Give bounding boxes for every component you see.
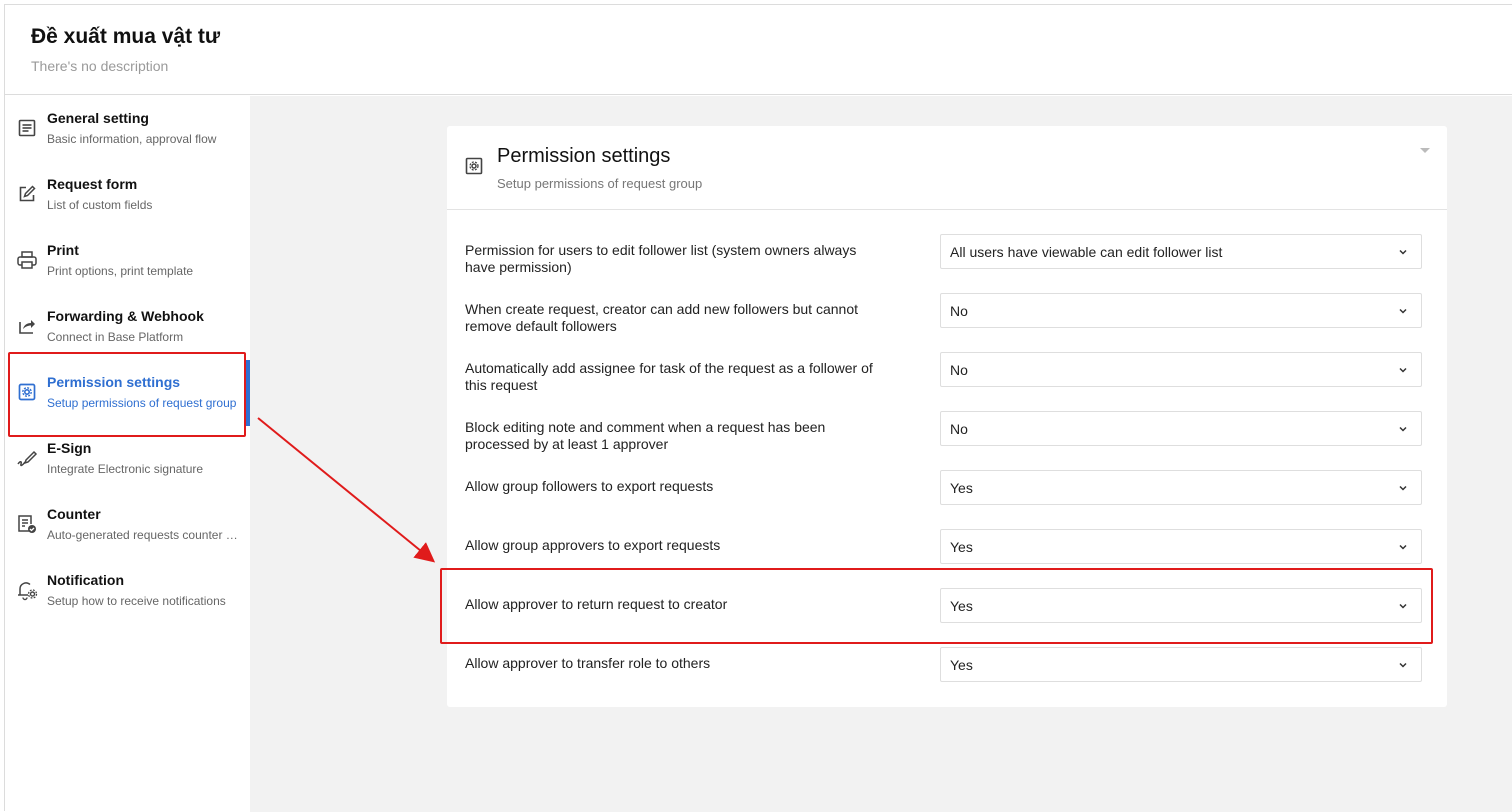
- select-value: Yes: [950, 539, 973, 555]
- sidebar-item-title: General setting: [47, 110, 149, 126]
- sidebar-item-title: Counter: [47, 506, 101, 522]
- setting-row: Allow approver to return request to crea…: [447, 588, 1447, 647]
- sidebar-item-subtitle: Connect in Base Platform: [47, 330, 184, 344]
- setting-row: Allow approver to transfer role to other…: [447, 647, 1447, 706]
- permission-settings-card: Permission settings Setup permissions of…: [447, 126, 1447, 707]
- setting-row: Allow group followers to export requests…: [447, 470, 1447, 529]
- card-header[interactable]: Permission settings Setup permissions of…: [447, 126, 1447, 210]
- setting-label: When create request, creator can add new…: [465, 301, 858, 334]
- chevron-down-icon: [1399, 544, 1407, 550]
- setting-row: Automatically add assignee for task of t…: [447, 352, 1447, 411]
- setting-label: Allow approver to return request to crea…: [465, 596, 728, 612]
- card-title: Permission settings: [497, 145, 671, 167]
- sidebar-item-subtitle: Basic information, approval flow: [47, 132, 217, 146]
- select-value: All users have viewable can edit followe…: [950, 244, 1223, 260]
- edit-icon: [15, 182, 39, 206]
- printer-icon: [15, 248, 39, 272]
- settings-sidebar: General setting Basic information, appro…: [5, 96, 250, 812]
- select-value: Yes: [950, 480, 973, 496]
- setting-select[interactable]: Yes: [940, 588, 1422, 623]
- sidebar-item-subtitle: List of custom fields: [47, 198, 153, 212]
- signature-icon: [15, 446, 39, 470]
- sidebar-item-subtitle: Auto-generated requests counter configur…: [47, 528, 241, 542]
- setting-select[interactable]: No: [940, 411, 1422, 446]
- page-header: Đề xuất mua vật tư There's no descriptio…: [5, 5, 1512, 95]
- sidebar-item-subtitle: Setup how to receive notifications: [47, 594, 226, 608]
- bell-gear-icon: [15, 578, 39, 602]
- sidebar-item-forwarding-webhook[interactable]: Forwarding & Webhook Connect in Base Pla…: [5, 294, 250, 360]
- setting-select[interactable]: Yes: [940, 529, 1422, 564]
- card-subtitle: Setup permissions of request group: [497, 176, 703, 191]
- chevron-down-icon: [1399, 603, 1407, 609]
- select-value: Yes: [950, 598, 973, 614]
- counter-icon: [15, 512, 39, 536]
- sidebar-item-permission-settings[interactable]: Permission settings Setup permissions of…: [5, 360, 250, 426]
- setting-label: Permission for users to edit follower li…: [465, 242, 857, 275]
- sidebar-item-title: E-Sign: [47, 440, 92, 456]
- setting-row: Block editing note and comment when a re…: [447, 411, 1447, 470]
- setting-row: When create request, creator can add new…: [447, 293, 1447, 352]
- chevron-down-icon: [1399, 426, 1407, 432]
- sidebar-item-subtitle: Setup permissions of request group: [47, 396, 237, 410]
- sidebar-item-subtitle: Integrate Electronic signature: [47, 462, 204, 476]
- setting-select[interactable]: All users have viewable can edit followe…: [940, 234, 1422, 269]
- sidebar-item-notification[interactable]: Notification Setup how to receive notifi…: [5, 558, 250, 624]
- setting-label: Block editing note and comment when a re…: [465, 419, 826, 452]
- setting-row: Allow group approvers to export requests…: [447, 529, 1447, 588]
- app-frame: Đề xuất mua vật tư There's no descriptio…: [4, 4, 1512, 812]
- page-title: Đề xuất mua vật tư: [31, 25, 221, 48]
- chevron-down-icon: [1399, 662, 1407, 668]
- select-value: No: [950, 421, 968, 437]
- chevron-down-icon: [1399, 249, 1407, 255]
- chevron-down-icon: [1399, 308, 1407, 314]
- setting-select[interactable]: No: [940, 352, 1422, 387]
- setting-label: Allow group followers to export requests: [465, 478, 714, 494]
- share-icon: [15, 314, 39, 338]
- sidebar-item-title: Forwarding & Webhook: [47, 308, 204, 324]
- sidebar-item-general-setting[interactable]: General setting Basic information, appro…: [5, 96, 250, 162]
- sidebar-item-title: Notification: [47, 572, 124, 588]
- setting-label: Allow group approvers to export requests: [465, 537, 721, 553]
- setting-select[interactable]: No: [940, 293, 1422, 328]
- setting-label: Automatically add assignee for task of t…: [465, 360, 873, 393]
- sidebar-item-title: Print: [47, 242, 79, 258]
- sidebar-item-request-form[interactable]: Request form List of custom fields: [5, 162, 250, 228]
- setting-select[interactable]: Yes: [940, 470, 1422, 505]
- setting-row: Permission for users to edit follower li…: [447, 234, 1447, 293]
- gear-icon: [15, 380, 39, 404]
- sidebar-item-counter[interactable]: Counter Auto-generated requests counter …: [5, 492, 250, 558]
- sidebar-item-print[interactable]: Print Print options, print template: [5, 228, 250, 294]
- gear-icon: [464, 156, 484, 176]
- sidebar-item-subtitle: Print options, print template: [47, 264, 194, 278]
- setting-label: Allow approver to transfer role to other…: [465, 655, 711, 671]
- select-value: No: [950, 362, 968, 378]
- chevron-down-icon: [1399, 485, 1407, 491]
- collapse-caret-icon[interactable]: [1420, 148, 1430, 153]
- setting-select[interactable]: Yes: [940, 647, 1422, 682]
- select-value: No: [950, 303, 968, 319]
- document-icon: [15, 116, 39, 140]
- sidebar-item-e-sign[interactable]: E-Sign Integrate Electronic signature: [5, 426, 250, 492]
- chevron-down-icon: [1399, 367, 1407, 373]
- page-description: There's no description: [31, 58, 169, 74]
- select-value: Yes: [950, 657, 973, 673]
- main-content: Permission settings Setup permissions of…: [250, 96, 1512, 812]
- sidebar-item-title: Permission settings: [47, 374, 181, 390]
- sidebar-item-title: Request form: [47, 176, 138, 192]
